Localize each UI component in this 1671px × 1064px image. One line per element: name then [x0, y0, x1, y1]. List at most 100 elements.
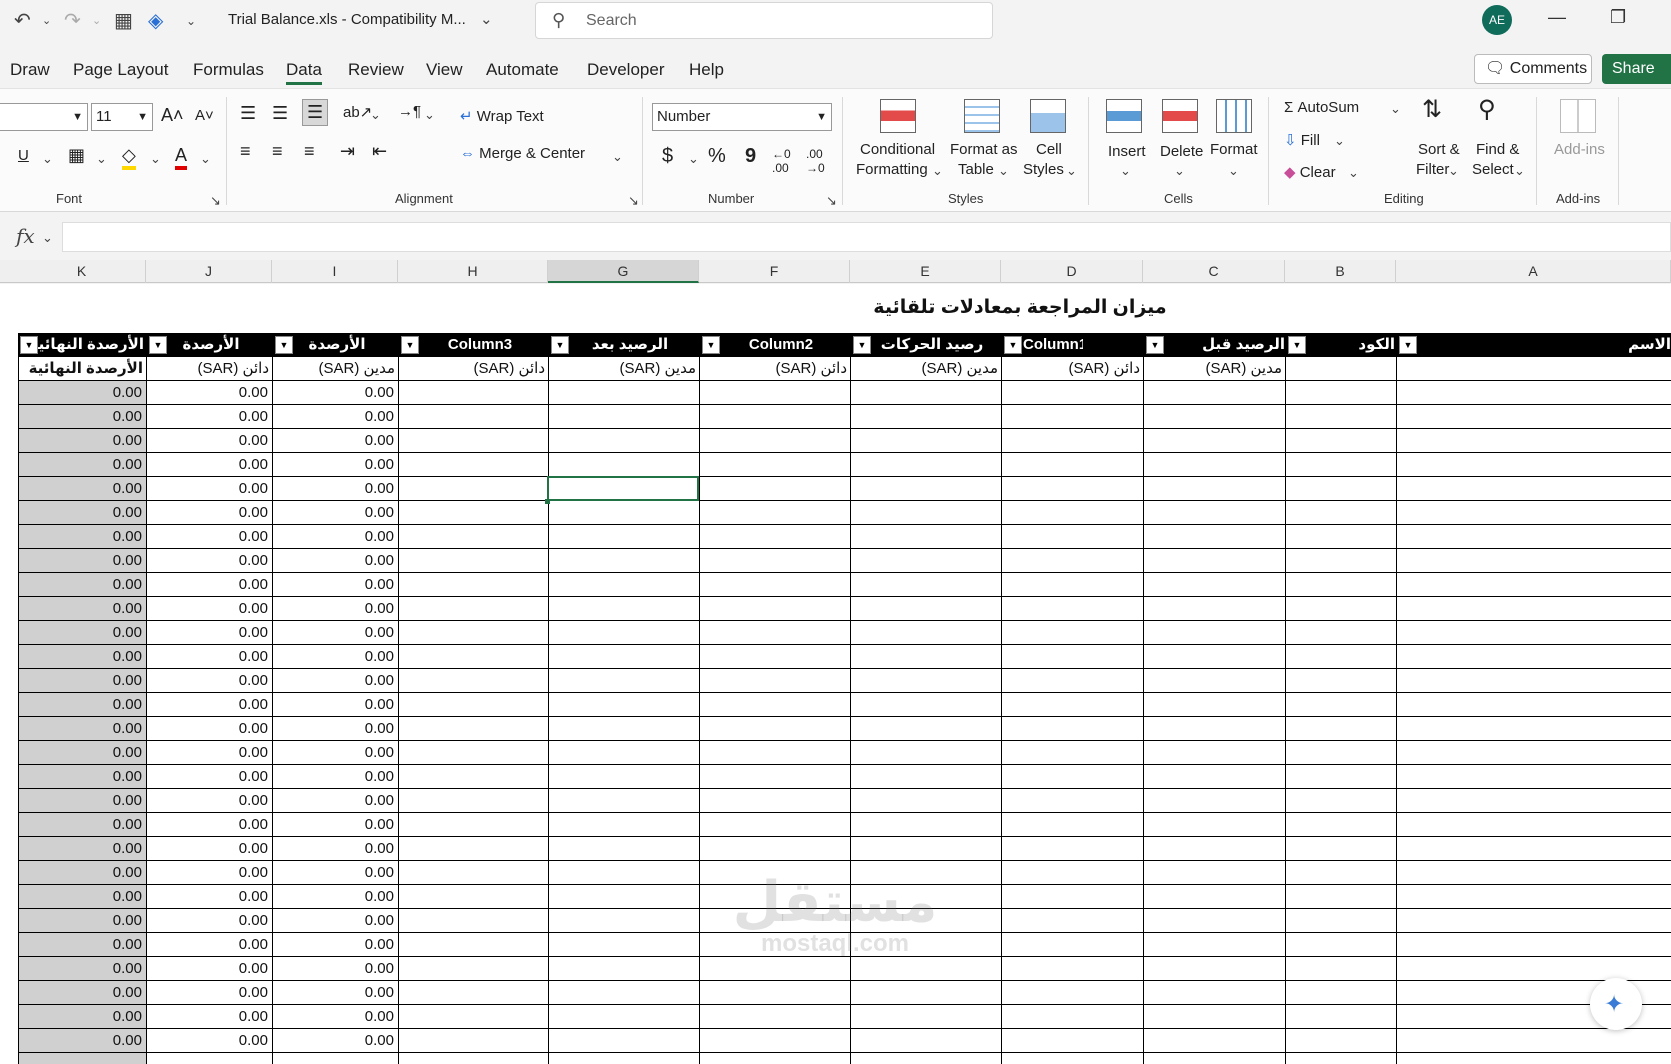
- tab-page-layout[interactable]: Page Layout: [73, 60, 168, 80]
- sort-filter-dropdown-icon[interactable]: ⌄: [1448, 163, 1459, 179]
- currency-icon[interactable]: $: [662, 145, 673, 168]
- filter-dropdown-a[interactable]: ▼: [1399, 336, 1417, 354]
- formula-bar-expand-icon[interactable]: ⌄: [42, 230, 53, 246]
- header-h[interactable]: Column3: [420, 333, 540, 357]
- cell-j[interactable]: 0.00: [146, 645, 268, 669]
- cell-j[interactable]: 0.00: [146, 525, 268, 549]
- find-select-label-1[interactable]: Find &: [1476, 141, 1519, 158]
- font-dialog-launcher-icon[interactable]: ↘: [210, 193, 221, 209]
- cell-j[interactable]: 0.00: [146, 765, 268, 789]
- filter-dropdown-f[interactable]: ▼: [702, 336, 720, 354]
- subheader-e[interactable]: مدين (SAR): [850, 357, 1001, 381]
- cell-j[interactable]: 0.00: [146, 717, 268, 741]
- filter-dropdown-b[interactable]: ▼: [1288, 336, 1306, 354]
- cell-i[interactable]: 0.00: [272, 789, 394, 813]
- tab-developer[interactable]: Developer: [587, 60, 665, 80]
- filter-dropdown-j[interactable]: ▼: [149, 336, 167, 354]
- percent-icon[interactable]: %: [708, 145, 726, 168]
- align-center-icon[interactable]: ≡: [272, 141, 283, 162]
- conditional-formatting-label-2[interactable]: Formatting: [856, 161, 928, 178]
- cell-j[interactable]: 0.00: [146, 405, 268, 429]
- comma-style-icon[interactable]: 9: [745, 145, 756, 168]
- borders-icon[interactable]: ▦: [68, 145, 85, 166]
- share-button[interactable]: Share: [1602, 54, 1671, 84]
- cell-k[interactable]: 0.00: [18, 501, 142, 525]
- column-header-c[interactable]: C: [1143, 260, 1285, 283]
- cell-i[interactable]: 0.00: [272, 645, 394, 669]
- filter-dropdown-g[interactable]: ▼: [551, 336, 569, 354]
- cell-j[interactable]: 0.00: [146, 741, 268, 765]
- cell-k[interactable]: 0.00: [18, 981, 142, 1005]
- cell-i[interactable]: 0.00: [272, 957, 394, 981]
- cell-i[interactable]: 0.00: [272, 933, 394, 957]
- cell-j[interactable]: 0.00: [146, 597, 268, 621]
- subheader-f[interactable]: دائن (SAR): [699, 357, 850, 381]
- subheader-k[interactable]: الأرصدة النهائية: [18, 357, 146, 381]
- add-ins-button[interactable]: Add-ins: [1554, 141, 1605, 158]
- font-size-combo[interactable]: 11 ▼: [91, 103, 153, 131]
- cell-j[interactable]: 0.00: [146, 693, 268, 717]
- column-header-k[interactable]: K: [18, 260, 146, 283]
- header-j[interactable]: الأرصدة: [168, 333, 254, 357]
- filter-dropdown-h[interactable]: ▼: [401, 336, 419, 354]
- cell-j[interactable]: 0.00: [146, 381, 268, 405]
- fill-color-dropdown-icon[interactable]: ⌄: [150, 151, 161, 167]
- cell-j[interactable]: 0.00: [146, 501, 268, 525]
- sort-filter-label-2[interactable]: Filter: [1416, 161, 1449, 178]
- cell-k[interactable]: 0.00: [18, 381, 142, 405]
- cell-k[interactable]: 0.00: [18, 453, 142, 477]
- tab-formulas[interactable]: Formulas: [193, 60, 264, 80]
- cell-j[interactable]: 0.00: [146, 909, 268, 933]
- cell-j[interactable]: 0.00: [146, 789, 268, 813]
- autosum-dropdown-icon[interactable]: ⌄: [1390, 101, 1401, 117]
- cell-j[interactable]: 0.00: [146, 549, 268, 573]
- cell-i[interactable]: 0.00: [272, 1005, 394, 1029]
- cell-i[interactable]: 0.00: [272, 381, 394, 405]
- subheader-c[interactable]: مدين (SAR): [1143, 357, 1285, 381]
- cell-i[interactable]: 0.00: [272, 981, 394, 1005]
- tab-help[interactable]: Help: [689, 60, 724, 80]
- format-as-table-label-1[interactable]: Format as: [950, 141, 1018, 158]
- cell-k[interactable]: 0.00: [18, 525, 142, 549]
- cell-k[interactable]: 0.00: [18, 645, 142, 669]
- title-chevron-down-icon[interactable]: ⌄: [480, 10, 493, 28]
- cell-k[interactable]: 0.00: [18, 549, 142, 573]
- cell-i[interactable]: 0.00: [272, 741, 394, 765]
- header-e[interactable]: رصيد الحركات: [872, 333, 992, 357]
- cell-i[interactable]: 0.00: [272, 429, 394, 453]
- currency-dropdown-icon[interactable]: ⌄: [688, 151, 699, 167]
- number-dialog-launcher-icon[interactable]: ↘: [826, 193, 837, 209]
- subheader-g[interactable]: مدين (SAR): [548, 357, 699, 381]
- format-label[interactable]: Format: [1210, 141, 1258, 158]
- decrease-decimal-icon[interactable]: .00 →0: [806, 147, 825, 175]
- filter-dropdown-e[interactable]: ▼: [853, 336, 871, 354]
- copilot-button[interactable]: ✦: [1590, 978, 1642, 1030]
- cell-i[interactable]: 0.00: [272, 1029, 394, 1053]
- column-header-g[interactable]: G: [548, 260, 699, 283]
- cell-i[interactable]: 0.00: [272, 453, 394, 477]
- find-select-dropdown-icon[interactable]: ⌄: [1514, 163, 1525, 179]
- redo-dropdown-icon[interactable]: ⌄: [92, 14, 101, 27]
- cell-i[interactable]: 0.00: [272, 909, 394, 933]
- cell-k[interactable]: 0.00: [18, 717, 142, 741]
- insert-dropdown-icon[interactable]: ⌄: [1120, 163, 1131, 179]
- column-header-f[interactable]: F: [699, 260, 850, 283]
- cell-k[interactable]: 0.00: [18, 405, 142, 429]
- minimize-icon[interactable]: —: [1548, 7, 1566, 28]
- align-bottom-icon[interactable]: ☰: [302, 99, 329, 126]
- merge-center-button[interactable]: ⇔ Merge & Center: [460, 145, 585, 162]
- tab-data[interactable]: Data: [286, 60, 322, 85]
- insert-function-icon[interactable]: fx: [16, 224, 35, 248]
- cell-j[interactable]: 0.00: [146, 429, 268, 453]
- tab-review[interactable]: Review: [348, 60, 404, 80]
- document-title[interactable]: Trial Balance.xls - Compatibility M...: [228, 11, 466, 28]
- format-dropdown-icon[interactable]: ⌄: [1228, 163, 1239, 179]
- cell-i[interactable]: 0.00: [272, 573, 394, 597]
- cell-k[interactable]: 0.00: [18, 957, 142, 981]
- autosave-icon[interactable]: ◈: [148, 8, 163, 33]
- cell-i[interactable]: 0.00: [272, 525, 394, 549]
- text-direction-dropdown-icon[interactable]: ⌄: [424, 107, 435, 123]
- cell-k[interactable]: 0.00: [18, 933, 142, 957]
- cell-j[interactable]: 0.00: [146, 813, 268, 837]
- cell-k[interactable]: 0.00: [18, 621, 142, 645]
